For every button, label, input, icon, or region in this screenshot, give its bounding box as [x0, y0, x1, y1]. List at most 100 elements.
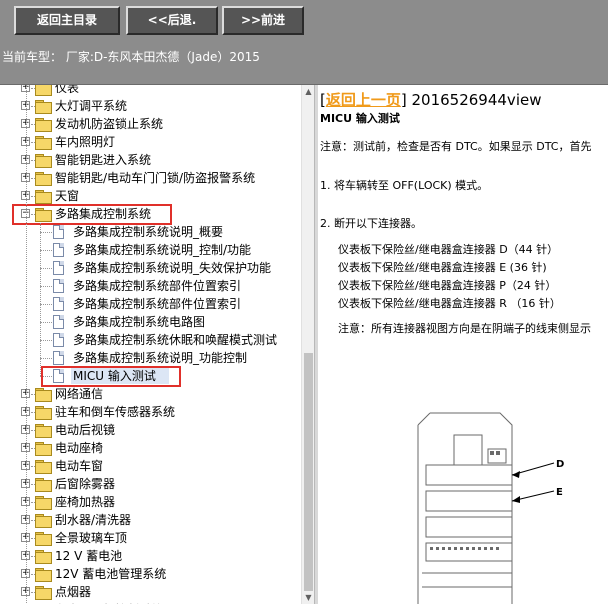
step-1: 1. 将车辆转至 OFF(LOCK) 模式。 [320, 179, 489, 192]
tree-doc-item[interactable]: 多路集成控制系统说明_功能控制 [0, 349, 300, 367]
tree-folder-item[interactable]: + 全景玻璃车顶 [0, 529, 300, 547]
tree-item-label: 智能钥匙/电动车门门锁/防盗报警系统 [55, 171, 256, 185]
tree-folder-item[interactable]: + 网络通信 [0, 385, 300, 403]
tree-folder-item[interactable]: + 座椅加热器 [0, 493, 300, 511]
folder-icon [35, 586, 52, 600]
doc-id: 2016526944view [406, 91, 542, 109]
tree-item-label: 大灯调平系统 [55, 99, 128, 113]
tree-item-label: 多路集成控制系统休眠和唤醒模式测试 [73, 333, 278, 347]
tree-item-label: 车内照明灯 [55, 135, 116, 149]
step-2: 2. 断开以下连接器。 [320, 217, 422, 230]
tree-folder-item[interactable]: + 仪表 [0, 85, 300, 97]
tree-item-label: 网络通信 [55, 387, 104, 401]
content-pane: [返回上一页] 2016526944view MICU 输入测试 注意：测试前，… [318, 85, 608, 604]
folder-icon [35, 568, 52, 582]
tree-item-label: 12 V 蓄电池 [55, 549, 123, 563]
tree-folder-item[interactable]: +12V 蓄电池管理系统 [0, 565, 300, 583]
tree-folder-item[interactable]: + 车内照明灯 [0, 133, 300, 151]
document-icon [53, 225, 64, 239]
connector-item: 仪表板下保险丝/继电器盒连接器 R （16 针） [338, 297, 561, 310]
tree-item-label: 天窗 [55, 189, 80, 203]
folder-icon [35, 136, 52, 150]
tree-folder-item[interactable]: + 后窗除雾器 [0, 475, 300, 493]
tree-folder-item[interactable]: + 电动座椅 [0, 439, 300, 457]
document-icon [53, 297, 64, 311]
tree-item-label: 电动座椅 [55, 441, 104, 455]
folder-icon [35, 118, 52, 132]
tree-item-label: 仪表 [55, 85, 80, 95]
folder-icon [35, 100, 52, 114]
tree-folder-item[interactable]: + 电动后视镜 [0, 421, 300, 439]
tree-item-label: 点烟器 [55, 585, 92, 599]
folder-icon [35, 388, 52, 402]
tree-doc-item[interactable]: 多路集成控制系统说明_控制/功能 [0, 241, 300, 259]
folder-icon [35, 85, 52, 96]
folder-icon [35, 532, 52, 546]
tree-item-label: 刮水器/清洗器 [55, 513, 132, 527]
tree-folder-item[interactable]: + 智能钥匙进入系统 [0, 151, 300, 169]
connector-item: 仪表板下保险丝/继电器盒连接器 E (36 针) [338, 261, 547, 274]
tree-item-label: 驻车和倒车传感器系统 [55, 405, 176, 419]
tree-item-label: 电动车窗 [55, 459, 104, 473]
scroll-thumb[interactable] [304, 353, 313, 593]
tree-folder-item[interactable]: + 智能钥匙/电动车门门锁/防盗报警系统 [0, 169, 300, 187]
tree-folder-item[interactable]: +12 V 蓄电池 [0, 547, 300, 565]
tree-folder-item[interactable]: + 刮水器/清洗器 [0, 511, 300, 529]
tree-folder-item[interactable]: + 大灯调平系统 [0, 97, 300, 115]
document-icon [53, 333, 64, 347]
note-intro: 注意：测试前，检查是否有 DTC。如果显示 DTC，首先 [320, 140, 592, 153]
document-icon [53, 279, 64, 293]
folder-icon [35, 406, 52, 420]
tree-folder-item[interactable]: + 电动车窗 [0, 457, 300, 475]
tree-item-label: 12V 蓄电池管理系统 [55, 567, 167, 581]
tree-item-label: 多路集成控制系统说明_失效保护功能 [73, 261, 272, 275]
tree-folder-item[interactable]: + 天窗 [0, 187, 300, 205]
tree-item-label: 全景玻璃车顶 [55, 531, 128, 545]
folder-icon [35, 154, 52, 168]
tree-doc-item[interactable]: 多路集成控制系统部件位置索引 [0, 277, 300, 295]
return-previous-link[interactable]: 返回上一页 [326, 91, 401, 109]
tree-item-label: 多路集成控制系统部件位置索引 [73, 279, 242, 293]
document-icon [53, 351, 64, 365]
highlight-box [12, 204, 172, 225]
back-button[interactable]: <<后退. [126, 6, 218, 35]
fuse-box-diagram: D E [417, 412, 564, 604]
tree-item-label: 智能钥匙进入系统 [55, 153, 152, 167]
tree-folder-item[interactable]: + 驻车和倒车传感器系统 [0, 403, 300, 421]
document-icon [53, 261, 64, 275]
folder-icon [35, 172, 52, 186]
connector-note: 注意：所有连接器视图方向是在阴端子的线束侧显示 [338, 322, 591, 335]
highlight-box [41, 366, 181, 387]
connector-item: 仪表板下保险丝/继电器盒连接器 P（24 针） [338, 279, 557, 292]
tree-item-label: 发动机防盗锁止系统 [55, 117, 164, 131]
tree-folder-item[interactable]: + 发动机防盗锁止系统 [0, 115, 300, 133]
toolbar: 返回主目录 <<后退. >>前进 [0, 0, 608, 44]
folder-icon [35, 442, 52, 456]
tree-item-label: 多路集成控制系统说明_控制/功能 [73, 243, 252, 257]
document-icon [53, 315, 64, 329]
tree-doc-item[interactable]: 多路集成控制系统电路图 [0, 313, 300, 331]
tree-doc-item[interactable]: 多路集成控制系统说明_失效保护功能 [0, 259, 300, 277]
tree-item-label: 电动后视镜 [55, 423, 116, 437]
label-d: D [556, 459, 564, 470]
folder-icon [35, 460, 52, 474]
tree-folder-item[interactable]: + 点烟器 [0, 583, 300, 601]
connector-item: 仪表板下保险丝/继电器盒连接器 D（44 针） [338, 243, 559, 256]
tree-doc-item[interactable]: 多路集成控制系统休眠和唤醒模式测试 [0, 331, 300, 349]
tree-item-label: 多路集成控制系统部件位置索引 [73, 297, 242, 311]
tree-scrollbar[interactable]: ▲ ▼ [301, 85, 315, 604]
current-model-label: 当前车型： 厂家:D-东风本田杰德（Jade）2015 [0, 44, 608, 85]
doc-header: [返回上一页] 2016526944view [320, 89, 541, 110]
page-title: MICU 输入测试 [320, 112, 400, 125]
forward-button[interactable]: >>前进 [222, 6, 304, 35]
tree-doc-item[interactable]: 多路集成控制系统部件位置索引 [0, 295, 300, 313]
navigation-tree: + 仪表 + 大灯调平系统 + 发动机防盗锁止系统 + 车内照明灯 + 智能钥匙进入系统 + 智能钥匙… [0, 85, 301, 604]
home-button[interactable]: 返回主目录 [14, 6, 120, 35]
tree-item-label: 座椅加热器 [55, 495, 116, 509]
document-icon [53, 243, 64, 257]
tree-item-label: 后窗除雾器 [55, 477, 116, 491]
folder-icon [35, 496, 52, 510]
tree-doc-item[interactable]: 多路集成控制系统说明_概要 [0, 223, 300, 241]
label-e: E [556, 487, 563, 498]
tree-item-label: 多路集成控制系统说明_功能控制 [73, 351, 248, 365]
